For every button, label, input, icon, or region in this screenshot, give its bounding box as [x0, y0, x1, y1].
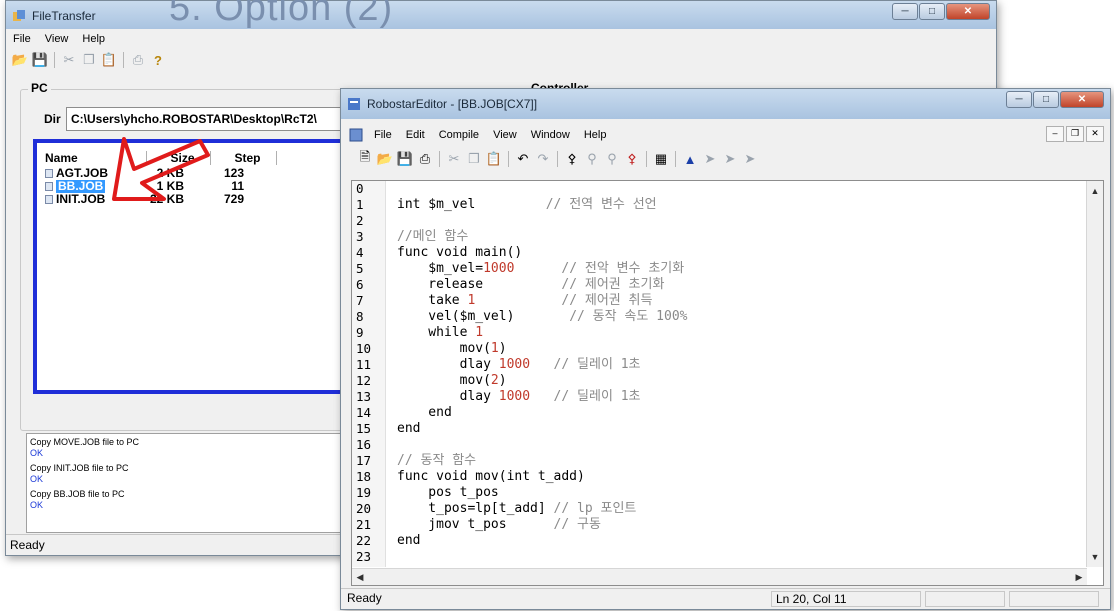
code-line: func void main() — [397, 245, 523, 260]
editor-window-title: RobostarEditor - [BB.JOB[CX7]] — [367, 97, 538, 111]
step-over-icon[interactable]: ➤ — [720, 149, 740, 169]
save-icon[interactable]: 💾 — [395, 149, 415, 169]
code-line: mov(1) — [397, 341, 507, 356]
menu-file[interactable]: File — [367, 129, 399, 141]
transfer-log: Copy MOVE.JOB file to PC OK Copy INIT.JO… — [26, 433, 358, 533]
code-line: vel($m_vel) // 동작 속도 100% — [397, 309, 688, 324]
menu-help[interactable]: Help — [577, 129, 614, 141]
undo-icon[interactable]: ↶ — [513, 149, 533, 169]
code-line: while 1 — [397, 325, 484, 340]
open-icon[interactable]: 📂 — [10, 50, 30, 70]
editor-menubar: File Edit Compile View Window Help — [349, 126, 1110, 144]
code-line: //메인 함수 — [397, 229, 469, 244]
mdi-controls: – ❐ ✕ — [1044, 126, 1104, 142]
code-line: t_pos=lp[t_add] // lp 포인트 — [397, 501, 637, 516]
menu-compile[interactable]: Compile — [432, 129, 486, 141]
menu-view[interactable]: View — [486, 129, 524, 141]
minimize-button[interactable]: ─ — [892, 3, 918, 20]
filetransfer-toolbar: 📂 💾 ✂ ❐ 📋 ⎙ ? — [10, 50, 996, 70]
status-text: Ready — [10, 538, 45, 552]
code-line: dlay 1000 // 딜레이 1초 — [397, 389, 641, 404]
editor-statusbar: Ready Ln 20, Col 11 — [341, 588, 1110, 609]
filetransfer-titlebar[interactable]: FileTransfer ─ □ ✕ — [6, 1, 996, 29]
help-icon[interactable]: ? — [148, 50, 168, 70]
scroll-down-icon[interactable]: ▼ — [1087, 549, 1103, 565]
code-line: mov(2) — [397, 373, 507, 388]
redo-icon[interactable]: ↷ — [533, 149, 553, 169]
code-line: func void mov(int t_add) — [397, 469, 585, 484]
code-line: end — [397, 405, 452, 420]
print-icon[interactable]: ⎙ — [128, 50, 148, 70]
code-line: int $m_vel // 전역 변수 선언 — [397, 197, 657, 212]
new-file-icon[interactable]: 🗎 — [355, 149, 375, 169]
status-text: Ready — [347, 591, 382, 605]
horizontal-scrollbar[interactable]: ◀ ▶ — [352, 568, 1087, 585]
code-line: release // 제어권 초기화 — [397, 277, 665, 292]
file-icon — [45, 169, 53, 178]
code-line: // 동작 함수 — [397, 453, 477, 468]
maximize-button[interactable]: □ — [1033, 91, 1059, 108]
cursor-position: Ln 20, Col 11 — [771, 591, 921, 607]
status-pane — [925, 591, 1005, 607]
editor-toolbar: 🗎 📂 💾 ⎙ ✂ ❐ 📋 ↶ ↷ ⚴ ⚲ ⚲ ⚴ ▦ ▲ ➤ ➤ ➤ — [355, 149, 1110, 169]
paste-icon[interactable]: 📋 — [99, 50, 119, 70]
menu-file[interactable]: File — [6, 33, 38, 45]
pc-group-label: PC — [28, 81, 51, 95]
code-line: $m_vel=1000 // 전악 변수 초기화 — [397, 261, 685, 276]
find-icon[interactable]: ⚴ — [562, 149, 582, 169]
find-prev-icon[interactable]: ⚲ — [602, 149, 622, 169]
maximize-button[interactable]: □ — [919, 3, 945, 20]
document-icon — [349, 128, 363, 142]
mdi-restore-button[interactable]: ❐ — [1066, 126, 1084, 142]
editor-window: RobostarEditor - [BB.JOB[CX7]] ─ □ ✕ Fil… — [340, 88, 1111, 610]
cut-icon[interactable]: ✂ — [444, 149, 464, 169]
open-icon[interactable]: 📂 — [375, 149, 395, 169]
mdi-minimize-button[interactable]: – — [1046, 126, 1064, 142]
step-icon[interactable]: ➤ — [700, 149, 720, 169]
code-line: pos t_pos — [397, 485, 499, 500]
editor-app-icon — [348, 98, 360, 110]
compile-icon[interactable]: ▲ — [680, 149, 700, 169]
menu-help[interactable]: Help — [75, 33, 112, 45]
editor-titlebar[interactable]: RobostarEditor - [BB.JOB[CX7]] ─ □ ✕ — [341, 89, 1110, 119]
copy-icon[interactable]: ❐ — [79, 50, 99, 70]
line-number-gutter: 0 1 2 3 4 5 6 7 8 9 10 11 12 13 14 15 16… — [352, 181, 386, 569]
close-button[interactable]: ✕ — [946, 3, 990, 20]
dir-label: Dir — [44, 112, 61, 126]
window-title: FileTransfer — [32, 9, 96, 23]
code-line: take 1 // 제어권 취득 — [397, 293, 653, 308]
print-icon[interactable]: ⎙ — [415, 149, 435, 169]
run-icon[interactable]: ➤ — [740, 149, 760, 169]
scroll-up-icon[interactable]: ▲ — [1087, 183, 1103, 199]
file-icon — [45, 182, 53, 191]
copy-icon[interactable]: ❐ — [464, 149, 484, 169]
cut-icon[interactable]: ✂ — [59, 50, 79, 70]
code-line: jmov t_pos // 구동 — [397, 517, 601, 532]
code-editor[interactable]: 0 1 2 3 4 5 6 7 8 9 10 11 12 13 14 15 16… — [351, 180, 1104, 586]
file-icon — [45, 195, 53, 204]
save-icon[interactable]: 💾 — [30, 50, 50, 70]
column-step[interactable]: Step — [211, 151, 277, 165]
filetransfer-menubar: File View Help — [6, 30, 996, 48]
minimize-button[interactable]: ─ — [1006, 91, 1032, 108]
scroll-right-icon[interactable]: ▶ — [1071, 569, 1087, 585]
find-next-icon[interactable]: ⚲ — [582, 149, 602, 169]
scroll-left-icon[interactable]: ◀ — [352, 569, 368, 585]
code-line: end — [397, 421, 421, 436]
code-line: end — [397, 533, 421, 548]
vertical-scrollbar[interactable]: ▲ ▼ — [1086, 181, 1103, 567]
app-icon — [13, 10, 25, 21]
menu-view[interactable]: View — [38, 33, 76, 45]
slide-heading: 5. Option (2) — [169, 0, 394, 29]
close-button[interactable]: ✕ — [1060, 91, 1104, 108]
paste-icon[interactable]: 📋 — [484, 149, 504, 169]
select-all-icon[interactable]: ▦ — [651, 149, 671, 169]
replace-icon[interactable]: ⚴ — [622, 149, 642, 169]
code-line: dlay 1000 // 딜레이 1초 — [397, 357, 641, 372]
status-pane — [1009, 591, 1099, 607]
menu-window[interactable]: Window — [524, 129, 577, 141]
red-arrow-annotation — [112, 137, 210, 201]
mdi-close-button[interactable]: ✕ — [1086, 126, 1104, 142]
menu-edit[interactable]: Edit — [399, 129, 432, 141]
